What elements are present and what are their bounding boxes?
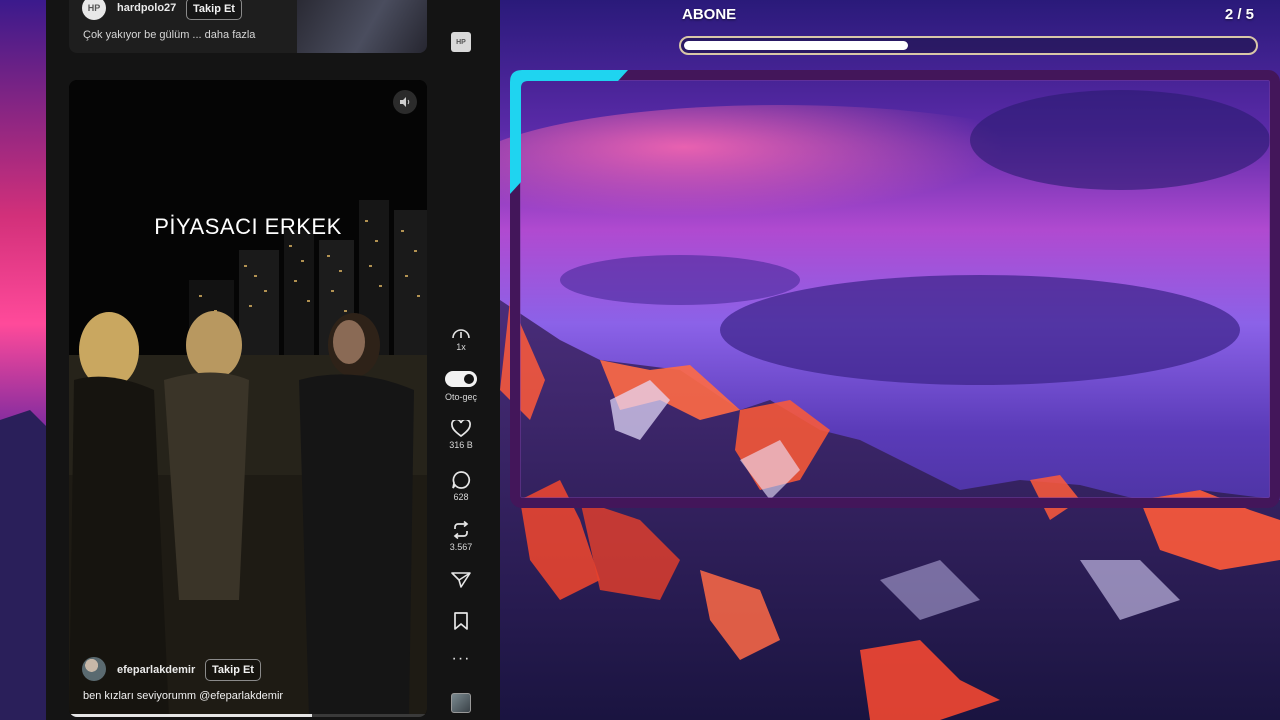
repost-button[interactable]: 3.567 [441, 520, 481, 552]
previous-post-card[interactable]: HP hardpolo27 Takip Et Çok yakıyor be gü… [69, 0, 427, 53]
like-button[interactable]: 316 B [441, 420, 481, 450]
video-overlay-text: PİYASACI ERKEK [154, 214, 342, 239]
goal-count: 2 / 5 [1224, 6, 1254, 23]
like-count: 316 B [449, 440, 473, 450]
goal-progress-fill [684, 41, 908, 50]
feed-panel: HP hardpolo27 Takip Et Çok yakıyor be gü… [46, 0, 500, 720]
bookmark-icon [454, 612, 468, 630]
playback-speed-button[interactable]: 1x [441, 326, 481, 352]
video-frame [69, 80, 427, 717]
previous-post-thumbnail [297, 0, 427, 53]
repost-icon [453, 520, 469, 540]
repost-count: 3.567 [449, 542, 473, 552]
toggle-icon [445, 371, 477, 387]
frame-corner-accent [510, 70, 628, 194]
username[interactable]: efeparlakdemir [117, 664, 195, 676]
speed-icon [452, 329, 470, 339]
post-caption[interactable]: ben kızları seviyorumm @efeparlakdemir [83, 690, 283, 702]
username[interactable]: hardpolo27 [117, 2, 176, 14]
author-thumbnail[interactable]: HP [451, 32, 471, 52]
more-actions-button[interactable]: ··· [441, 650, 481, 668]
video-progress-fill [69, 714, 313, 717]
avatar[interactable] [82, 657, 106, 681]
follow-button[interactable]: Takip Et [186, 0, 242, 20]
share-icon [451, 572, 471, 588]
heart-icon [451, 420, 471, 438]
bookmark-button[interactable] [441, 612, 481, 630]
follow-button[interactable]: Takip Et [205, 659, 261, 681]
more-icon: ··· [451, 650, 471, 667]
share-button[interactable] [441, 571, 481, 589]
autoplay-label: Oto-geç [444, 392, 477, 402]
mute-button[interactable] [393, 90, 417, 114]
sound-thumbnail[interactable] [451, 693, 471, 713]
video-player[interactable]: PİYASACI ERKEK efeparlakdemir Takip Et b… [69, 80, 427, 717]
post-caption[interactable]: Çok yakıyor be gülüm ... daha fazla [83, 29, 255, 41]
avatar[interactable]: HP [82, 0, 106, 20]
autoplay-toggle[interactable]: Oto-geç [441, 371, 481, 402]
speed-label: 1x [456, 342, 466, 352]
more-options-button[interactable]: ··· [452, 0, 471, 8]
goal-progress-bar [679, 36, 1258, 55]
video-progress-bar[interactable] [69, 714, 427, 717]
goal-label: ABONE [682, 6, 737, 23]
speaker-icon [400, 97, 410, 107]
comment-count: 628 [453, 492, 469, 502]
comment-button[interactable]: 628 [441, 470, 481, 502]
comment-icon [452, 471, 471, 489]
